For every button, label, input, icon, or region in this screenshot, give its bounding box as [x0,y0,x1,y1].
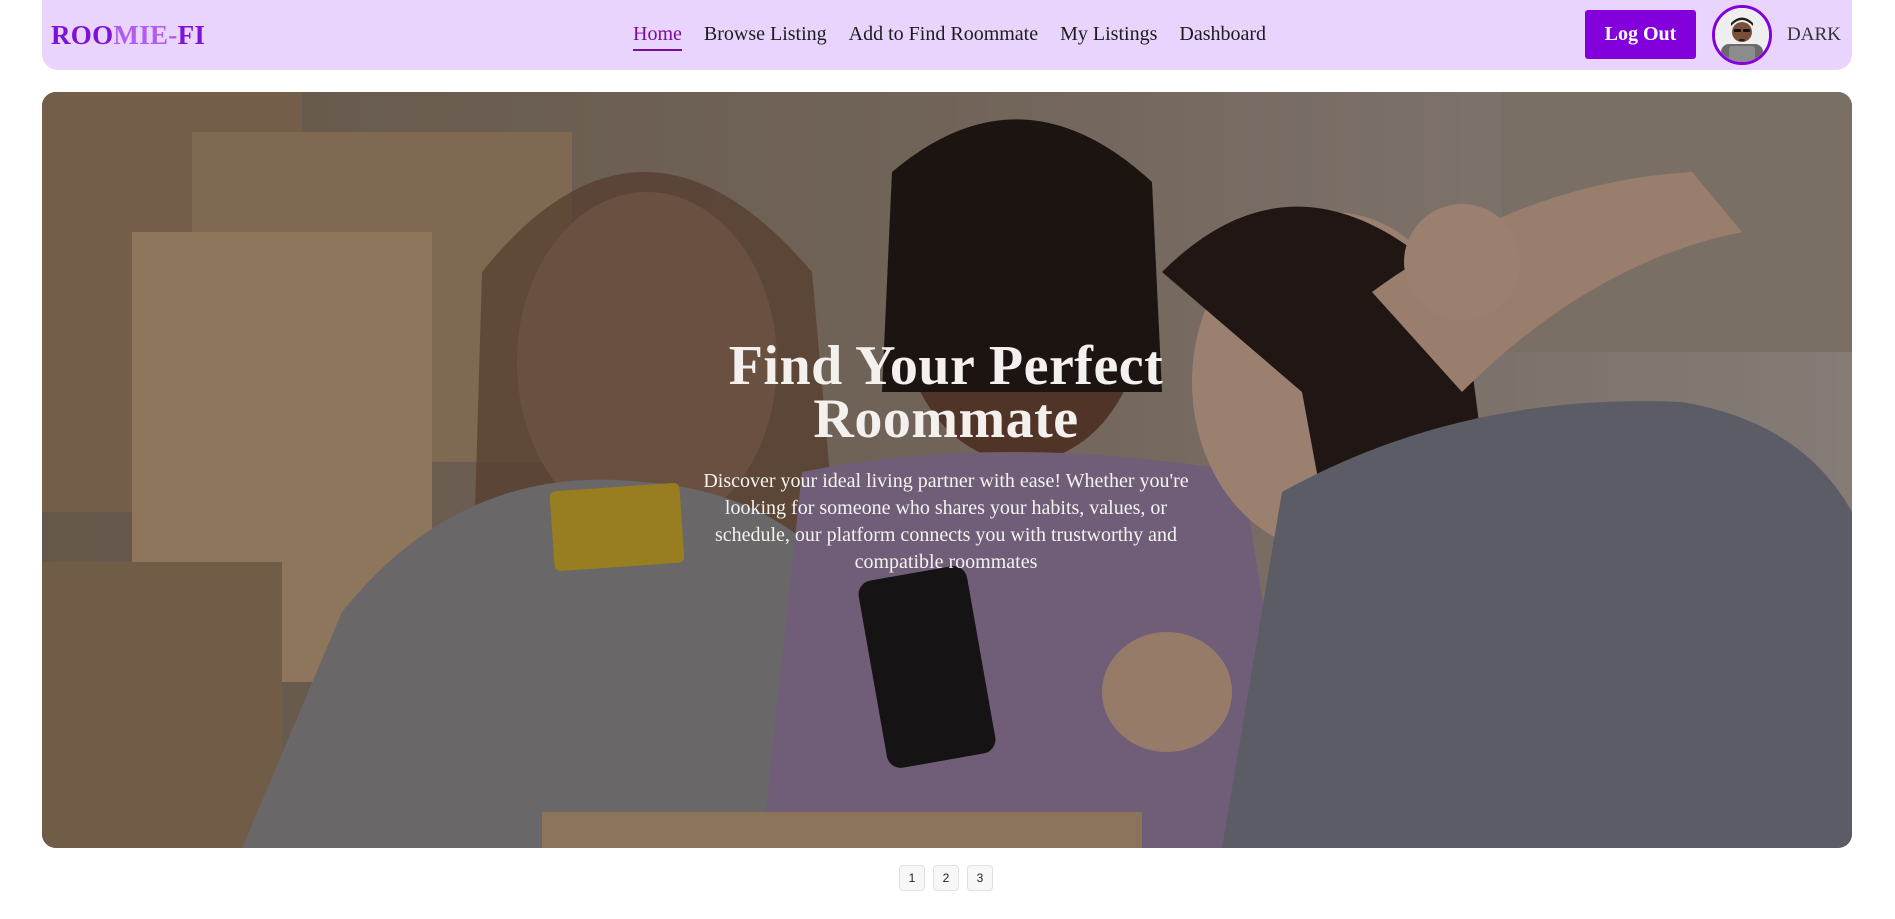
logo-text-part-1: ROO [51,20,114,50]
main-nav: Home Browse Listing Add to Find Roommate… [633,22,1266,51]
user-avatar-image [1715,8,1769,62]
brand-logo[interactable]: ROOMIE-FI [51,19,205,52]
theme-toggle[interactable]: DARK [1787,24,1841,46]
nav-link-dashboard[interactable]: Dashboard [1179,22,1266,51]
page-button-1[interactable]: 1 [899,865,925,891]
page-button-3[interactable]: 3 [967,865,993,891]
nav-link-browse-listing[interactable]: Browse Listing [704,22,827,51]
user-avatar[interactable] [1712,5,1772,65]
hero-banner: Find Your Perfect Roommate Discover your… [42,92,1852,848]
hero-content: Find Your Perfect Roommate Discover your… [696,335,1196,576]
nav-link-add-to-find-roommate[interactable]: Add to Find Roommate [849,22,1038,51]
page-button-2[interactable]: 2 [933,865,959,891]
nav-link-home[interactable]: Home [633,22,682,51]
logout-button[interactable]: Log Out [1585,10,1696,59]
logo-text-part-2: MIE- [113,20,178,50]
logo-text-part-3: FI [177,20,206,50]
hero-title: Find Your Perfect Roommate [728,335,1164,450]
hero-description: Discover your ideal living partner with … [703,470,1189,573]
nav-link-my-listings[interactable]: My Listings [1060,22,1157,51]
navbar: ROOMIE-FI Home Browse Listing Add to Fin… [42,0,1852,70]
carousel-pagination: 1 2 3 [899,865,993,891]
